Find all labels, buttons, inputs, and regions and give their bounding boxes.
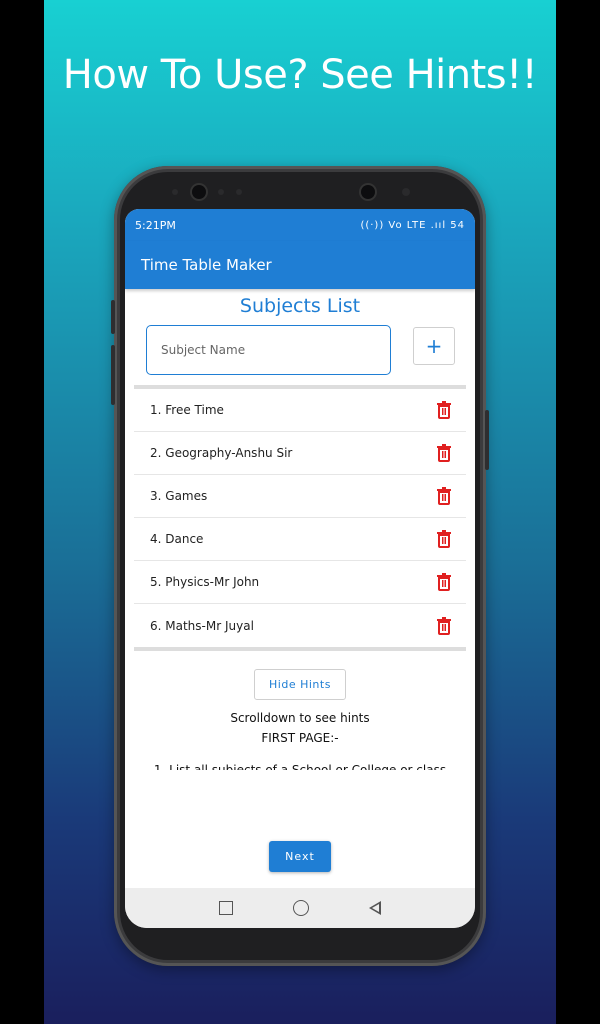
sensor-dot (218, 189, 224, 195)
delete-icon[interactable] (436, 444, 452, 462)
back-icon[interactable] (369, 901, 381, 915)
list-item: 3. Games (134, 475, 466, 518)
subject-label: 6. Maths-Mr Juyal (150, 618, 254, 633)
divider (134, 647, 466, 651)
front-camera-icon (192, 185, 206, 199)
camera-icon (361, 185, 375, 199)
sensor-dot (402, 188, 410, 196)
status-bar: 5:21PM ((·)) Vo LTE .ııl 54 (125, 209, 475, 241)
hint-line: FIRST PAGE:- (261, 731, 339, 745)
next-button[interactable]: Next (269, 841, 331, 872)
app-screen: 5:21PM ((·)) Vo LTE .ııl 54 Time Table M… (125, 209, 475, 928)
delete-icon[interactable] (436, 530, 452, 548)
subject-label: 4. Dance (150, 532, 204, 546)
add-subject-button[interactable]: + (413, 327, 455, 365)
list-item: 4. Dance (134, 518, 466, 561)
hint-line: 1. List all subjects of a School or Coll… (153, 763, 447, 770)
subject-label: 2. Geography-Anshu Sir (150, 446, 293, 460)
list-item: 2. Geography-Anshu Sir (134, 432, 466, 475)
hint-text: Scrolldown to see hints FIRST PAGE:- (125, 708, 475, 748)
delete-icon[interactable] (436, 487, 452, 505)
volume-button (111, 345, 115, 405)
status-indicators-icon: ((·)) Vo LTE .ııl 54 (360, 219, 465, 231)
list-item: 6. Maths-Mr Juyal (134, 604, 466, 647)
subject-label: 5. Physics-Mr John (150, 575, 260, 589)
subject-label: 1. Free Time (150, 403, 224, 417)
hide-hints-button[interactable]: Hide Hints (254, 669, 346, 700)
home-icon[interactable] (293, 900, 309, 916)
recents-icon[interactable] (219, 901, 233, 915)
volume-button (111, 300, 115, 334)
list-item: 5. Physics-Mr John (134, 561, 466, 604)
hint-line: Scrolldown to see hints (230, 711, 370, 725)
subject-label: 3. Games (150, 489, 208, 503)
subject-name-input[interactable] (146, 325, 391, 375)
delete-icon[interactable] (436, 573, 452, 591)
app-bar: Time Table Maker (125, 241, 475, 289)
sensor-dot (236, 189, 242, 195)
power-button (485, 410, 489, 470)
promo-headline: How To Use? See Hints!! (62, 52, 538, 98)
delete-icon[interactable] (436, 616, 452, 635)
section-title: Subjects List (239, 295, 361, 317)
list-item: 1. Free Time (134, 389, 466, 432)
status-time: 5:21PM (135, 218, 176, 232)
system-nav-bar (125, 888, 475, 928)
subjects-list: 1. Free Time 2. Geography-Anshu Sir 3. G… (134, 389, 466, 647)
sensor-dot (172, 189, 178, 195)
hints-area: Hide Hints Scrolldown to see hints FIRST… (125, 669, 475, 770)
delete-icon[interactable] (436, 401, 452, 419)
app-title: Time Table Maker (141, 256, 272, 274)
